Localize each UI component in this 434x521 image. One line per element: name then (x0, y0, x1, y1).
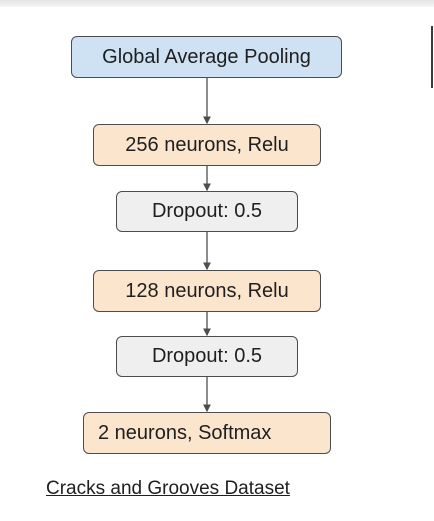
diagram-caption: Cracks and Grooves Dataset (46, 478, 290, 499)
node-label: 128 neurons, Relu (125, 279, 289, 302)
node-label: 2 neurons, Softmax (98, 421, 272, 444)
node-dense-128-relu: 128 neurons, Relu (93, 270, 321, 312)
node-dropout-2: Dropout: 0.5 (116, 336, 298, 377)
node-label: 256 neurons, Relu (125, 133, 289, 156)
node-global-average-pooling: Global Average Pooling (71, 36, 342, 78)
node-label: Dropout: 0.5 (151, 200, 263, 222)
node-dense-2-softmax: 2 neurons, Softmax (83, 412, 331, 454)
node-label: Global Average Pooling (102, 45, 311, 68)
node-dropout-1: Dropout: 0.5 (116, 191, 298, 232)
node-dense-256-relu: 256 neurons, Relu (93, 124, 321, 166)
node-label: Dropout: 0.5 (151, 345, 263, 367)
